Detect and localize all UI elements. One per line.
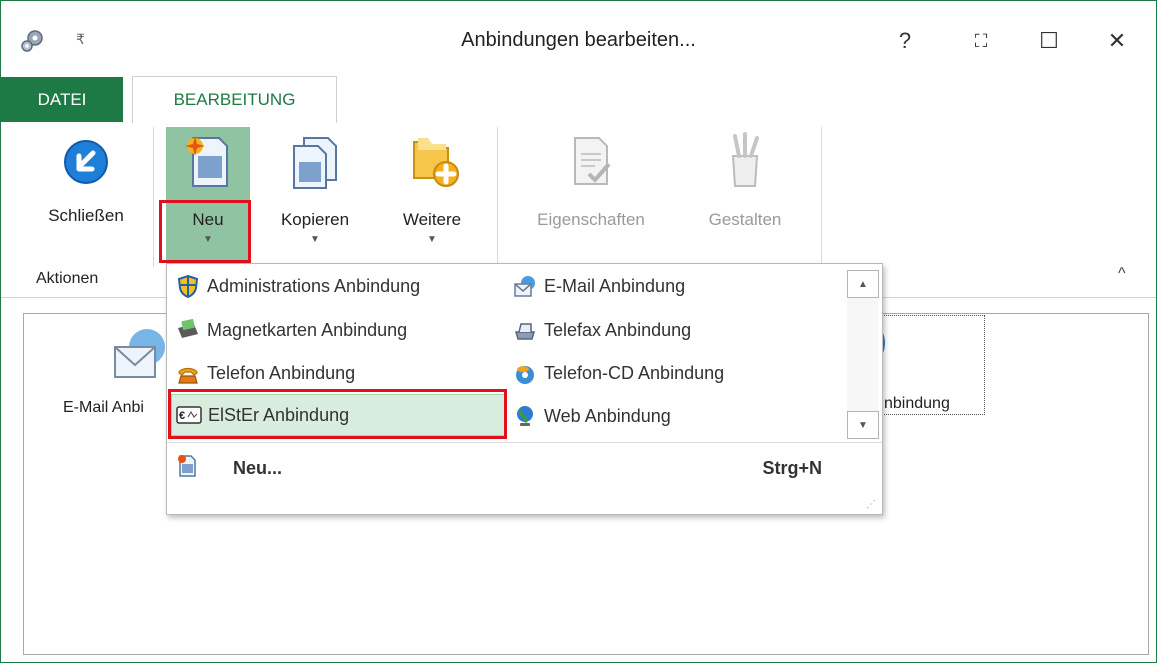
window: ₹ Anbindungen bearbeiten... ? ⛶ ☐ ✕ DATE… xyxy=(0,0,1157,663)
menu-item-magnetkarten[interactable]: Magnetkarten Anbindung xyxy=(175,310,407,350)
eigenschaften-button[interactable]: Eigenschaften xyxy=(516,132,666,242)
ribbon-separator xyxy=(497,127,498,267)
ribbon-collapse-icon[interactable]: ^ xyxy=(1118,265,1126,283)
menu-item-telefax[interactable]: Telefax Anbindung xyxy=(512,310,691,350)
schliessen-label: Schließen xyxy=(48,206,124,225)
schliessen-button[interactable]: Schließen xyxy=(31,132,141,232)
kopieren-label: Kopieren xyxy=(280,210,350,229)
kopieren-button[interactable]: Kopieren ▼ xyxy=(267,132,363,262)
chevron-down-icon: ▼ xyxy=(427,234,437,245)
new-command-label: Neu... xyxy=(233,457,283,478)
new-command-shortcut: Strg+N xyxy=(762,457,822,478)
folder-add-icon xyxy=(413,138,459,187)
gallery-scroll-down-button[interactable]: ▼ xyxy=(847,411,879,439)
menu-item-label: Telefax Anbindung xyxy=(544,319,692,340)
ribbon-separator xyxy=(153,127,154,267)
neu-highlight-frame xyxy=(159,200,251,263)
menu-item-label: E-Mail Anbindung xyxy=(544,275,686,296)
close-button[interactable]: ✕ xyxy=(1097,21,1137,61)
pen-holder-icon xyxy=(731,132,759,187)
help-button[interactable]: ? xyxy=(885,21,925,61)
new-document-icon xyxy=(185,136,228,187)
menu-item-telefon-cd[interactable]: Telefon-CD Anbindung xyxy=(512,353,724,393)
menu-item-label: Web Anbindung xyxy=(544,405,671,426)
title-bar: ₹ Anbindungen bearbeiten... ? ⛶ ☐ ✕ xyxy=(1,1,1156,77)
new-document-icon xyxy=(177,454,203,483)
email-connection-label[interactable]: E-Mail Anbi xyxy=(63,399,144,417)
fullscreen-button[interactable]: ⛶ xyxy=(961,21,1001,61)
menu-item-web[interactable]: Web Anbindung xyxy=(512,396,671,436)
tab-datei[interactable]: DATEI xyxy=(1,77,123,122)
menu-item-label: Telefon Anbindung xyxy=(207,362,356,383)
resize-grip-icon[interactable]: ⋰ xyxy=(866,499,876,510)
tab-bearbeitung[interactable]: BEARBEITUNG xyxy=(132,76,337,123)
gestalten-label: Gestalten xyxy=(708,210,782,229)
selected-connection-label[interactable]: nbindung xyxy=(884,395,950,413)
neu-dropdown-menu: Administrations Anbindung E-Mail Anbindu… xyxy=(166,263,883,515)
weitere-button[interactable]: Weitere ▼ xyxy=(384,132,480,262)
group-label-aktionen: Aktionen xyxy=(36,270,99,287)
back-arrow-icon xyxy=(64,140,108,184)
properties-icon xyxy=(574,137,611,185)
phone-icon xyxy=(175,360,201,386)
phone-cd-icon xyxy=(512,360,538,386)
menu-item-label: Telefon-CD Anbindung xyxy=(544,362,725,383)
maximize-button[interactable]: ☐ xyxy=(1029,21,1069,61)
ribbon-separator xyxy=(821,127,822,267)
menu-item-telefon[interactable]: Telefon Anbindung xyxy=(175,353,355,393)
gallery-scroll-track[interactable] xyxy=(847,296,878,411)
gestalten-button[interactable]: Gestalten xyxy=(685,132,805,242)
card-reader-icon xyxy=(175,317,201,343)
globe-icon xyxy=(512,403,538,429)
menu-item-label: Magnetkarten Anbindung xyxy=(207,319,408,340)
weitere-label: Weitere xyxy=(402,210,462,229)
new-command-item[interactable]: Neu... Strg+N xyxy=(177,450,872,486)
copy-document-icon xyxy=(293,137,337,189)
menu-item-label: Administrations Anbindung xyxy=(207,275,421,296)
menu-item-administration[interactable]: Administrations Anbindung xyxy=(175,266,420,306)
shield-icon xyxy=(175,273,201,299)
email-connection-icon[interactable] xyxy=(109,321,171,383)
fax-icon xyxy=(512,317,538,343)
gallery-scroll-up-button[interactable]: ▲ xyxy=(847,270,879,298)
menu-separator xyxy=(167,442,882,443)
chevron-down-icon: ▼ xyxy=(310,234,320,245)
email-icon xyxy=(512,273,538,299)
menu-item-email[interactable]: E-Mail Anbindung xyxy=(512,266,685,306)
eigenschaften-label: Eigenschaften xyxy=(537,210,645,229)
elster-highlight-frame xyxy=(168,389,507,439)
